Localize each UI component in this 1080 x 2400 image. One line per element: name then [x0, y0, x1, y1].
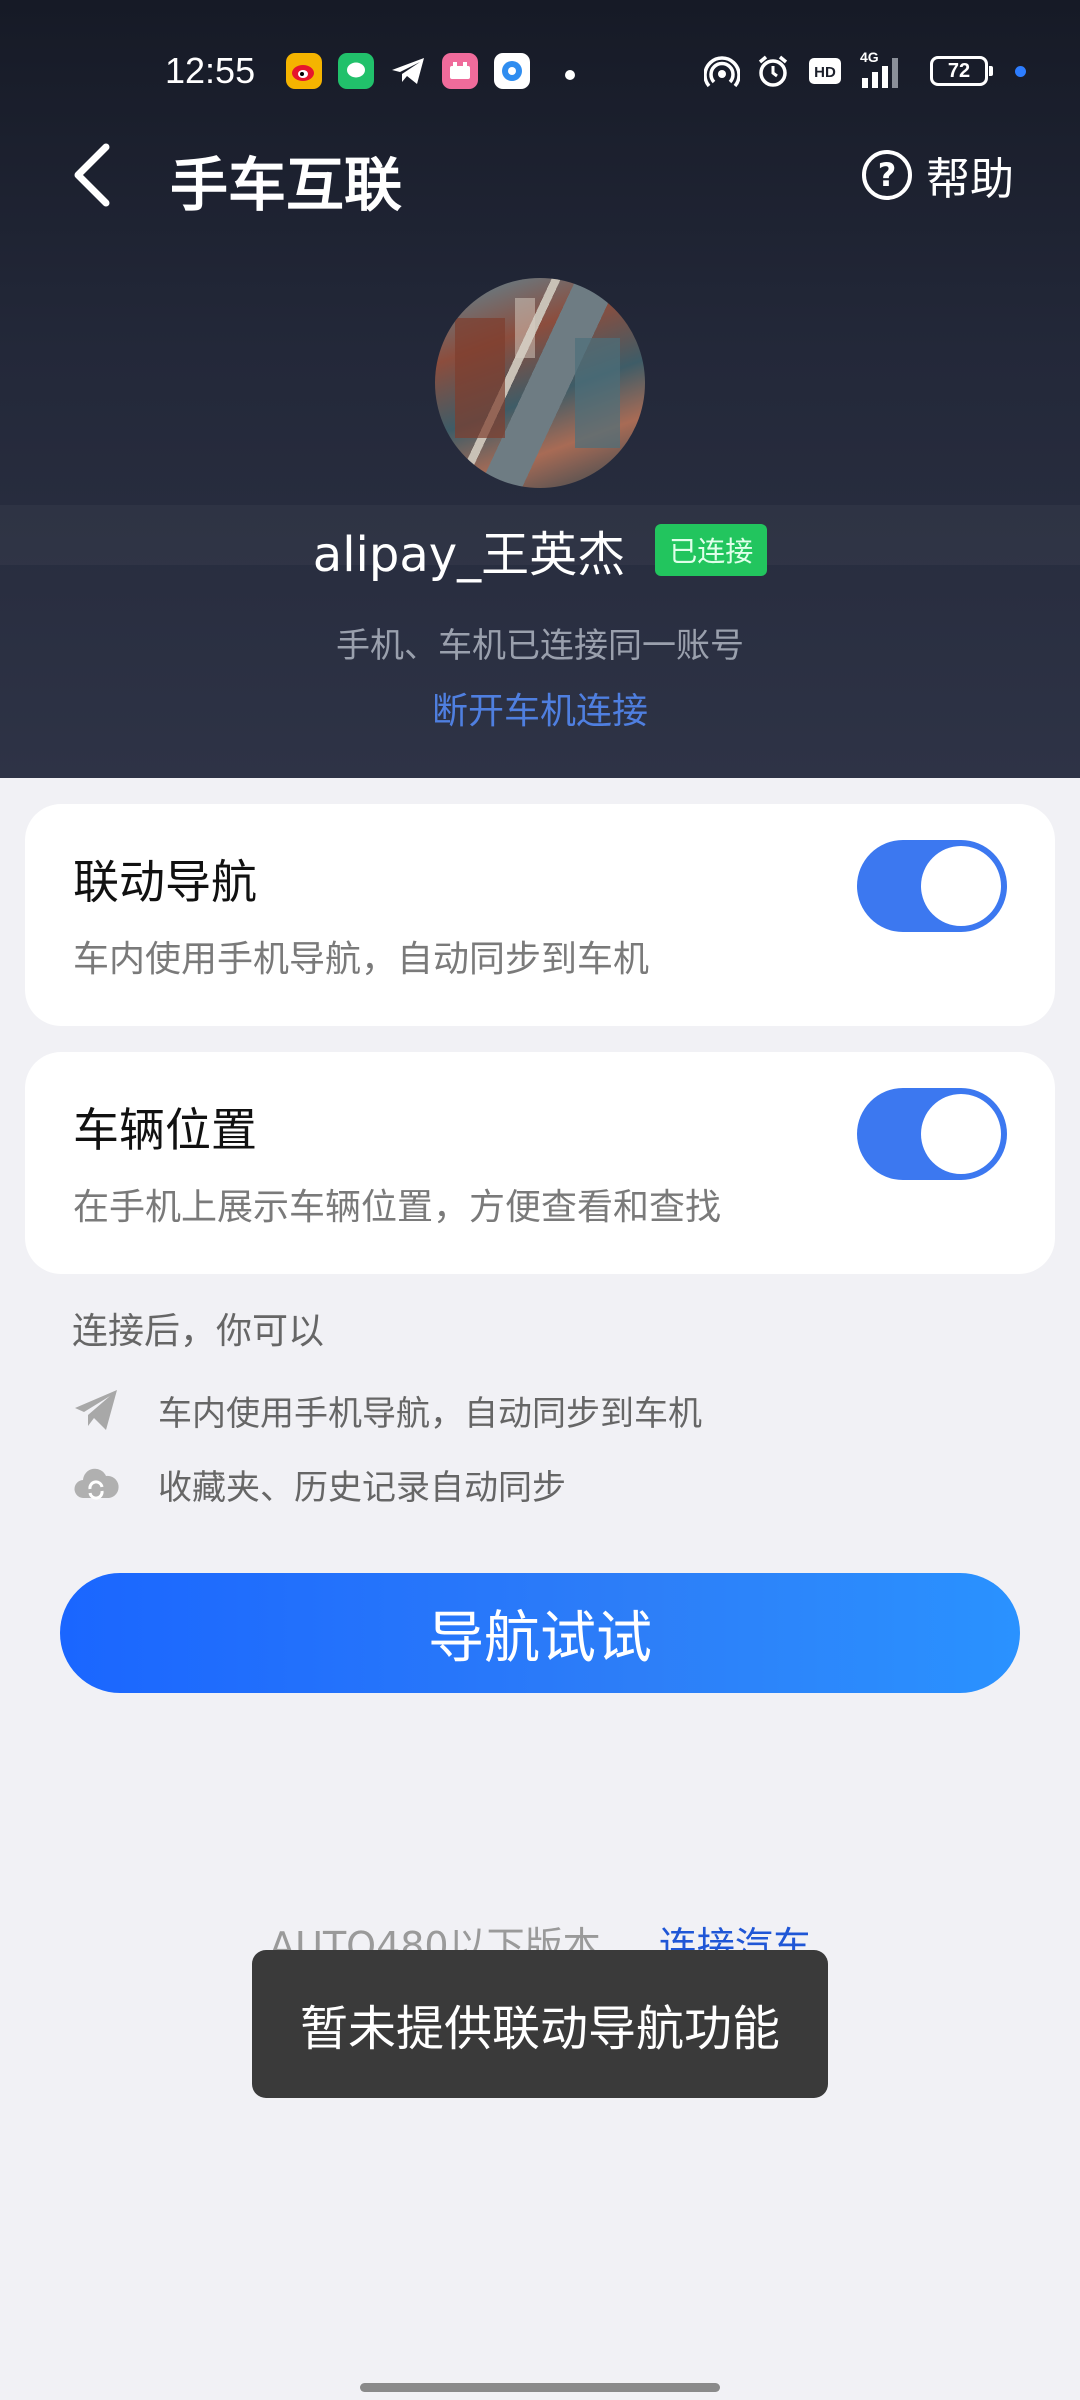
- vehicle-location-card: 车辆位置 在手机上展示车辆位置，方便查看和查找: [25, 1052, 1055, 1274]
- card-description: 在手机上展示车辆位置，方便查看和查找: [73, 1187, 722, 1228]
- status-time: 12:55: [165, 50, 256, 91]
- status-bar: 12:55 HD 4G 72: [0, 40, 1080, 102]
- paper-plane-icon: [75, 1390, 117, 1430]
- feature-text: 车内使用手机导航，自动同步到车机: [158, 1393, 702, 1434]
- disconnect-link[interactable]: 断开车机连接: [0, 682, 1080, 734]
- username: alipay_王英杰: [312, 527, 626, 583]
- card-title: 联动导航: [73, 855, 257, 909]
- hotspot-icon: [703, 56, 741, 92]
- chevron-left-icon: [74, 143, 110, 207]
- feature-text: 收藏夹、历史记录自动同步: [158, 1467, 566, 1508]
- alarm-icon: [756, 54, 790, 92]
- pink-app-icon: [442, 53, 478, 89]
- help-button[interactable]: ? 帮助: [862, 140, 1014, 210]
- username-row: alipay_王英杰 已连接: [0, 518, 1080, 583]
- toggle-knob: [921, 846, 1001, 926]
- card-description: 车内使用手机导航，自动同步到车机: [73, 939, 650, 980]
- home-indicator[interactable]: [360, 2383, 720, 2392]
- svg-text:HD: HD: [814, 64, 836, 81]
- hd-icon: HD: [808, 57, 842, 89]
- avatar[interactable]: [435, 278, 645, 488]
- linked-navigation-card: 联动导航 车内使用手机导航，自动同步到车机: [25, 804, 1055, 1026]
- weibo-icon: [286, 53, 322, 89]
- try-navigation-button[interactable]: 导航试试: [60, 1573, 1020, 1693]
- card-title: 车辆位置: [73, 1103, 257, 1157]
- header: 12:55 HD 4G 72 手车互联 ? 帮助 alipay_王英杰 已连接 …: [0, 0, 1080, 778]
- page-title: 手车互联: [170, 151, 403, 219]
- cloud-sync-icon: [74, 1468, 119, 1500]
- feature-item: 车内使用手机导航，自动同步到车机: [72, 1382, 702, 1438]
- toggle-knob: [921, 1094, 1001, 1174]
- svg-text:4G: 4G: [860, 49, 879, 65]
- account-status-text: 手机、车机已连接同一账号: [336, 626, 744, 666]
- vehicle-location-toggle[interactable]: [857, 1088, 1007, 1180]
- blue-app-icon: [494, 53, 530, 89]
- feature-item: 收藏夹、历史记录自动同步: [72, 1456, 566, 1512]
- message-app-icon: [338, 53, 374, 89]
- toast-message: 暂未提供联动导航功能: [252, 1950, 828, 2098]
- status-badge: 已连接: [655, 524, 768, 576]
- telegram-icon: [390, 56, 426, 90]
- back-button[interactable]: [60, 135, 120, 215]
- battery-indicator: 72: [930, 56, 993, 86]
- help-label: 帮助: [926, 154, 1014, 205]
- linked-navigation-toggle[interactable]: [857, 840, 1007, 932]
- notification-dot: [1015, 66, 1026, 77]
- signal-4g-icon: 4G: [856, 48, 916, 94]
- help-icon: ?: [862, 150, 912, 200]
- more-notifications-dot: [565, 70, 575, 80]
- features-heading: 连接后，你可以: [72, 1311, 325, 1352]
